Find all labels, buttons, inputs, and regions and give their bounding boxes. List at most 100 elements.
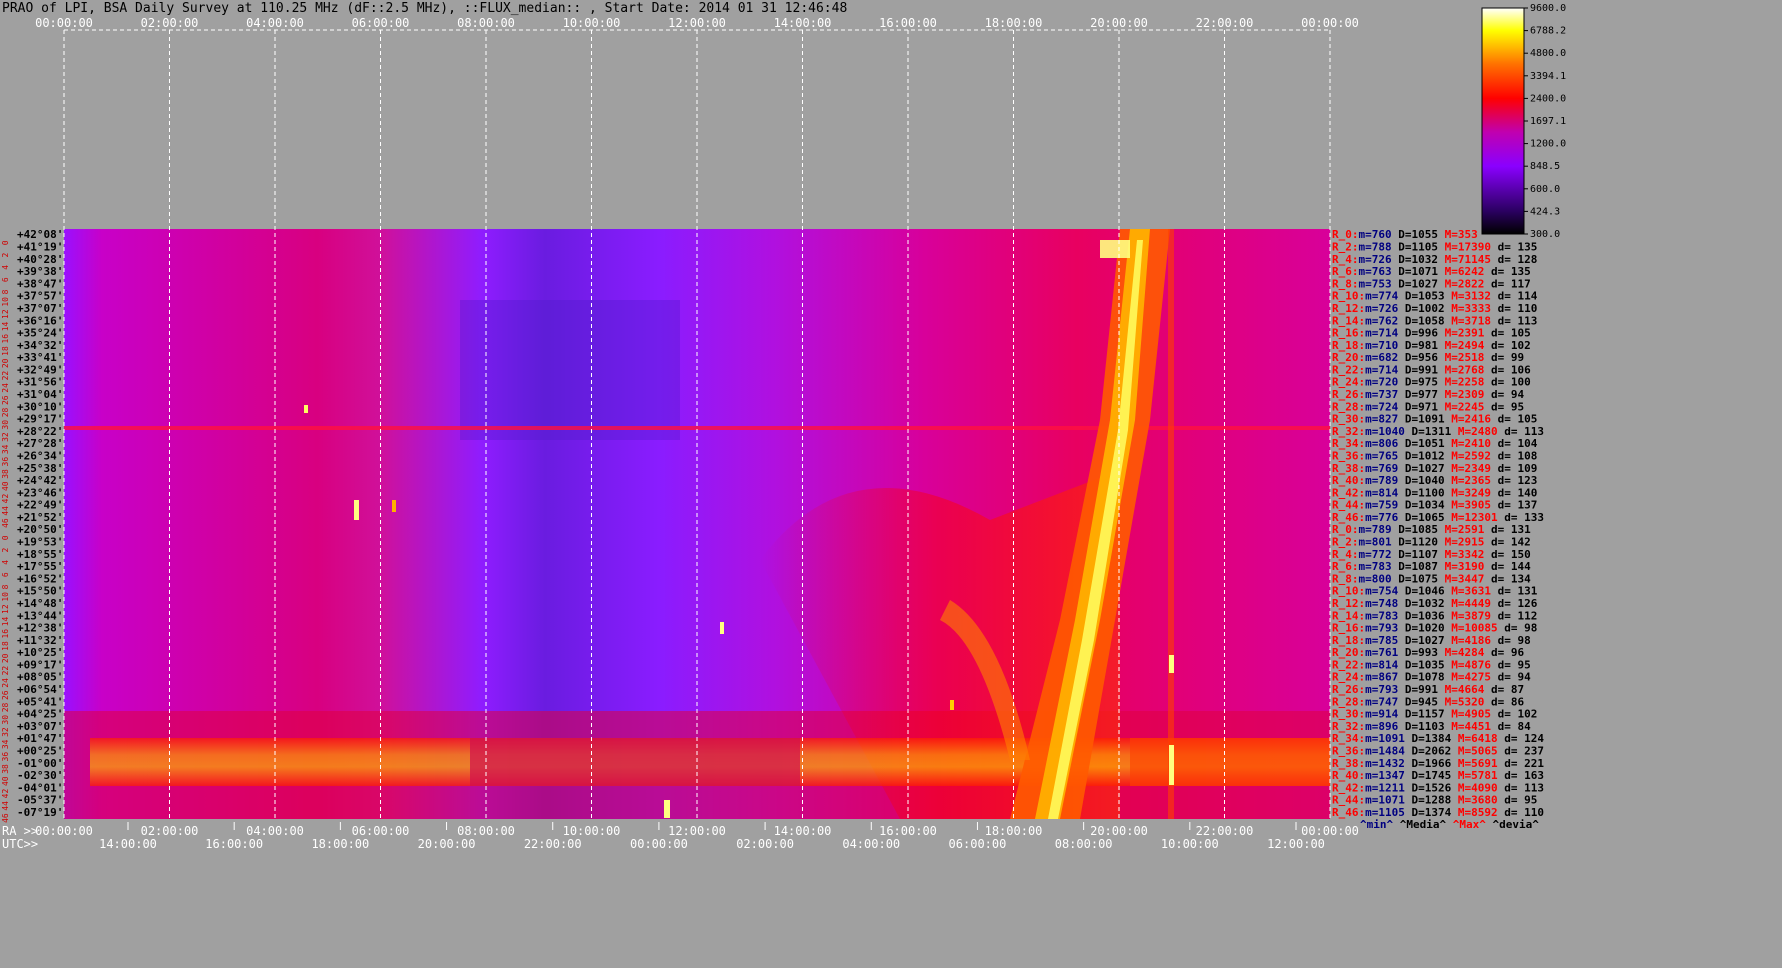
y-index-label: 14	[1, 321, 10, 331]
y-index-label: 46	[1, 518, 10, 528]
colorbar-tick-label: 3394.1	[1530, 71, 1566, 82]
colorbar: 9600.0 6788.2 4800.0 3394.1 2400.0 1697.1 1200…	[1481, 3, 1566, 240]
stat-row: R_34:m=1091 D=1384 M=6418 d= 124	[1332, 732, 1544, 745]
y-tick-label: +03°07'	[17, 720, 63, 733]
y-tick-label: +01°47'	[17, 732, 63, 745]
y-tick-label: -07°19'	[17, 806, 63, 819]
y-axis-ticks: 0 +42°08' 2 +41°19' 4 +40°28' 6 +39°38' 8 +38°47'…	[1, 228, 63, 823]
y-tick-label: -05°37'	[17, 794, 63, 807]
y-tick-label: +35°24'	[17, 327, 63, 340]
stat-row: R_18:m=710 D=981 M=2494 d= 102	[1332, 339, 1531, 352]
y-index-label: 0	[1, 535, 10, 540]
x-top-tick-label: 00:00:00	[35, 16, 93, 30]
x-top-tick-label: 22:00:00	[1196, 16, 1254, 30]
x-bottom-ra-tick-label: 14:00:00	[774, 824, 832, 838]
y-index-label: 8	[1, 584, 10, 589]
y-index-label: 12	[1, 309, 10, 319]
y-tick-label: +00°25'	[17, 744, 63, 757]
y-index-label: 6	[1, 572, 10, 577]
colorbar-tick-label: 424.3	[1530, 206, 1560, 217]
stat-row: R_22:m=814 D=1035 M=4876 d= 95	[1332, 658, 1531, 671]
stat-row: R_36:m=1484 D=2062 M=5065 d= 237	[1332, 744, 1544, 757]
x-top-tick-label: 00:00:00	[1301, 16, 1359, 30]
y-index-label: 30	[1, 420, 10, 430]
y-tick-label: +37°07'	[17, 302, 63, 315]
y-index-label: 12	[1, 604, 10, 614]
stat-row: R_12:m=726 D=1002 M=3333 d= 110	[1332, 302, 1537, 315]
y-index-label: 42	[1, 789, 10, 799]
x-top-tick-label: 08:00:00	[457, 16, 515, 30]
y-index-label: 10	[1, 592, 10, 602]
y-tick-label: +20°50'	[17, 523, 63, 536]
y-tick-label: +17°55'	[17, 560, 63, 573]
x-bottom-utc-tick-label: 04:00:00	[842, 837, 900, 851]
y-tick-label: +26°34'	[17, 449, 63, 462]
y-index-label: 26	[1, 395, 10, 405]
y-tick-label: +37°57'	[17, 290, 63, 303]
y-index-label: 38	[1, 469, 10, 479]
y-tick-label: +31°04'	[17, 388, 63, 401]
stats-legend: ^min^ ^Media^ ^Max^ ^devia^	[1360, 818, 1539, 831]
y-index-label: 44	[1, 506, 10, 516]
y-tick-label: +42°08'	[17, 228, 63, 241]
y-tick-label: +06°54'	[17, 683, 63, 696]
y-index-label: 14	[1, 616, 10, 626]
y-tick-label: +09°17'	[17, 658, 63, 671]
y-tick-label: +16°52'	[17, 572, 63, 585]
y-index-label: 40	[1, 776, 10, 786]
y-tick-label: +29°17'	[17, 413, 63, 426]
y-tick-label: +22°49'	[17, 499, 63, 512]
y-index-label: 0	[1, 240, 10, 245]
stat-row: R_46:m=1105 D=1374 M=8592 d= 110	[1332, 806, 1544, 819]
stat-row: R_32:m=896 D=1103 M=4451 d= 84	[1332, 720, 1531, 733]
stat-row: R_40:m=1347 D=1745 M=5781 d= 163	[1332, 769, 1544, 782]
stat-row: R_20:m=682 D=956 M=2518 d= 99	[1332, 351, 1524, 364]
y-index-label: 38	[1, 764, 10, 774]
y-index-label: 34	[1, 739, 10, 749]
y-index-label: 28	[1, 407, 10, 417]
stat-row: R_0:m=760 D=1055 M=353	[1332, 228, 1478, 241]
colorbar-tick-label: 4800.0	[1530, 48, 1566, 59]
stat-row: R_8:m=800 D=1075 M=3447 d= 134	[1332, 572, 1531, 585]
stat-row: R_40:m=789 D=1040 M=2365 d= 123	[1332, 474, 1537, 487]
y-tick-label: +27°28'	[17, 437, 63, 450]
y-tick-label: +30°10'	[17, 400, 63, 413]
x-bottom-utc-tick-label: 12:00:00	[1267, 837, 1325, 851]
y-index-label: 26	[1, 690, 10, 700]
x-bottom-utc-tick-label: 08:00:00	[1055, 837, 1113, 851]
stat-row: R_32:m=1040 D=1311 M=2480 d= 113	[1332, 425, 1544, 438]
x-bottom-utc-prefix: UTC>>	[2, 837, 38, 851]
stat-row: R_2:m=788 D=1105 M=17390 d= 135	[1332, 241, 1537, 254]
colorbar-tick-label: 1697.1	[1530, 116, 1566, 127]
y-index-label: 6	[1, 277, 10, 282]
colorbar-tick-label: 600.0	[1530, 184, 1560, 195]
stat-row: R_2:m=801 D=1120 M=2915 d= 142	[1332, 536, 1531, 549]
colorbar-tick-label: 300.0	[1530, 229, 1560, 240]
x-bottom-utc-tick-label: 16:00:00	[205, 837, 263, 851]
y-index-label: 4	[1, 560, 10, 565]
y-tick-label: +05°41'	[17, 695, 63, 708]
y-tick-label: +11°32'	[17, 634, 63, 647]
stat-row: R_38:m=769 D=1027 M=2349 d= 109	[1332, 462, 1537, 475]
stat-row: R_42:m=814 D=1100 M=3249 d= 140	[1332, 486, 1537, 499]
stat-row: R_16:m=714 D=996 M=2391 d= 105	[1332, 327, 1531, 340]
x-bottom-ra-tick-label: 06:00:00	[352, 824, 410, 838]
y-index-label: 20	[1, 653, 10, 663]
stat-row: R_36:m=765 D=1012 M=2592 d= 108	[1332, 449, 1537, 462]
stat-row: R_44:m=1071 D=1288 M=3680 d= 95	[1332, 794, 1537, 807]
y-index-label: 36	[1, 457, 10, 467]
x-bottom-ra-tick-label: 00:00:00	[1301, 824, 1359, 838]
stat-row: R_18:m=785 D=1027 M=4186 d= 98	[1332, 634, 1531, 647]
y-tick-label: +15°50'	[17, 585, 63, 598]
y-index-label: 2	[1, 548, 10, 553]
y-tick-label: -02°30'	[17, 769, 63, 782]
y-tick-label: -01°00'	[17, 757, 63, 770]
x-bottom-ra-tick-label: 12:00:00	[668, 824, 726, 838]
stat-row: R_20:m=761 D=993 M=4284 d= 96	[1332, 646, 1524, 659]
y-tick-label: +10°25'	[17, 646, 63, 659]
x-bottom-ra-tick-label: 00:00:00	[35, 824, 93, 838]
stat-row: R_12:m=748 D=1032 M=4449 d= 126	[1332, 597, 1538, 610]
y-index-label: 10	[1, 297, 10, 307]
x-bottom-ra-tick-label: 08:00:00	[457, 824, 515, 838]
x-top-tick-label: 16:00:00	[879, 16, 937, 30]
